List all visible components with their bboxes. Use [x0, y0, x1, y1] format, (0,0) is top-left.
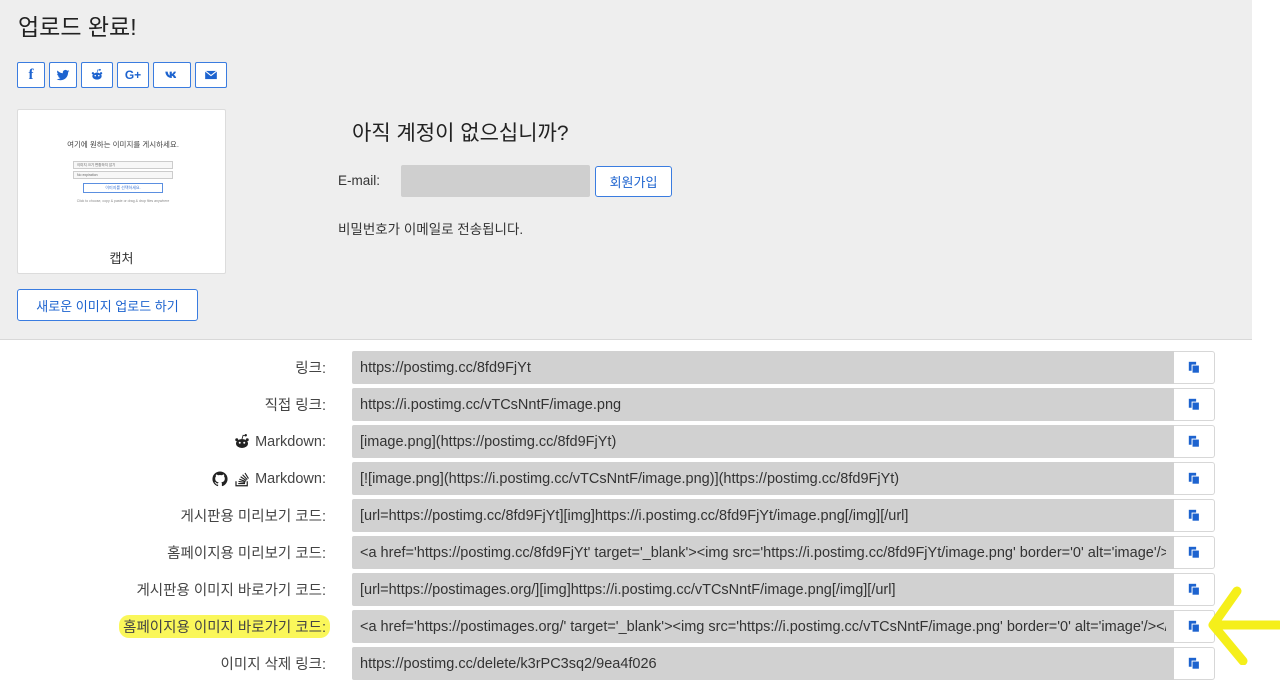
preview-subtitle — [43, 153, 203, 157]
email-input[interactable] — [401, 165, 590, 197]
reddit-icon — [91, 68, 103, 80]
page-title: 업로드 완료! — [18, 14, 137, 40]
share-facebook-button[interactable]: f — [17, 62, 45, 88]
link-row-link: 링크: — [0, 351, 1252, 384]
link-row-html-hotlink: 홈페이지용 이미지 바로가기 코드: — [0, 610, 1252, 643]
link-field[interactable] — [352, 462, 1174, 495]
link-label: Markdown: — [0, 425, 326, 458]
github-icon — [212, 470, 228, 486]
link-field[interactable] — [352, 388, 1174, 421]
link-row-html-thumbnail: 홈페이지용 미리보기 코드: — [0, 536, 1252, 569]
thumbnail-caption: 캡처 — [109, 251, 134, 266]
link-row-forum-thumbnail: 게시판용 미리보기 코드: — [0, 499, 1252, 532]
link-label: 게시판용 미리보기 코드: — [180, 509, 327, 525]
preview-select-resize: 이미지 크기 변환하지 않기 — [73, 161, 173, 169]
clipboard-icon — [1188, 620, 1200, 633]
envelope-icon — [204, 70, 218, 80]
annotation-arrow-icon — [1208, 586, 1280, 665]
link-field[interactable] — [352, 499, 1174, 532]
copy-button[interactable] — [1174, 425, 1215, 458]
account-heading: 아직 계정이 없으십니까? — [352, 122, 569, 145]
copy-button[interactable] — [1174, 462, 1215, 495]
password-note: 비밀번호가 이메일로 전송됩니다. — [338, 222, 524, 237]
upload-summary-panel: 업로드 완료! f G+ 여기에 원하는 이미지를 게시하세요. 이미지 크기 … — [0, 0, 1252, 340]
preview-choose-button: 이미지를 선택하세요. — [83, 183, 163, 193]
new-upload-button[interactable]: 새로운 이미지 업로드 하기 — [17, 289, 198, 321]
preview-title: 여기에 원하는 이미지를 게시하세요. — [67, 140, 179, 149]
link-row-reddit-markdown: Markdown: — [0, 425, 1252, 458]
clipboard-icon — [1188, 657, 1200, 670]
link-label: Markdown: — [0, 462, 326, 495]
clipboard-icon — [1188, 435, 1200, 448]
share-reddit-button[interactable] — [81, 62, 113, 88]
clipboard-icon — [1188, 472, 1200, 485]
share-buttons: f G+ — [17, 62, 227, 88]
copy-button[interactable] — [1174, 388, 1215, 421]
link-field[interactable] — [352, 573, 1174, 606]
uploaded-image-thumbnail[interactable]: 여기에 원하는 이미지를 게시하세요. 이미지 크기 변환하지 않기 No ex… — [17, 109, 226, 274]
preview-footer: Click to choose, copy & paste or drag & … — [76, 199, 170, 203]
link-row-github-markdown: Markdown: — [0, 462, 1252, 495]
copy-button[interactable] — [1174, 351, 1215, 384]
signup-button[interactable]: 회원가입 — [595, 166, 672, 197]
share-vk-button[interactable] — [153, 62, 191, 88]
link-field[interactable] — [352, 536, 1174, 569]
link-label: 홈페이지용 이미지 바로가기 코드: — [0, 610, 330, 643]
clipboard-icon — [1188, 546, 1200, 559]
twitter-icon — [56, 69, 70, 81]
share-googleplus-button[interactable]: G+ — [117, 62, 149, 88]
link-field[interactable] — [352, 425, 1174, 458]
link-label: 홈페이지용 미리보기 코드: — [167, 546, 326, 562]
clipboard-icon — [1188, 583, 1200, 596]
link-row-direct: 직접 링크: — [0, 388, 1252, 421]
stackoverflow-icon — [235, 472, 250, 486]
link-label: 게시판용 이미지 바로가기 코드: — [136, 583, 326, 599]
reddit-icon — [235, 433, 249, 448]
email-label: E-mail: — [338, 173, 381, 188]
vk-icon — [165, 71, 177, 78]
preview-select-expiration: No expiration — [73, 171, 173, 179]
share-email-button[interactable] — [195, 62, 227, 88]
clipboard-icon — [1188, 361, 1200, 374]
clipboard-icon — [1188, 398, 1200, 411]
link-field[interactable] — [352, 610, 1174, 643]
link-label: 링크: — [295, 361, 326, 377]
copy-button[interactable] — [1174, 536, 1215, 569]
link-field[interactable] — [352, 647, 1174, 680]
copy-button[interactable] — [1174, 499, 1215, 532]
google-plus-icon: G+ — [124, 68, 142, 82]
clipboard-icon — [1188, 509, 1200, 522]
link-field[interactable] — [352, 351, 1174, 384]
facebook-icon: f — [28, 66, 34, 83]
link-row-forum-hotlink: 게시판용 이미지 바로가기 코드: — [0, 573, 1252, 606]
link-label: 직접 링크: — [264, 398, 326, 414]
link-label: 이미지 삭제 링크: — [220, 657, 326, 673]
thumbnail-preview: 여기에 원하는 이미지를 게시하세요. 이미지 크기 변환하지 않기 No ex… — [43, 135, 203, 245]
link-row-delete: 이미지 삭제 링크: — [0, 647, 1252, 680]
share-twitter-button[interactable] — [49, 62, 77, 88]
